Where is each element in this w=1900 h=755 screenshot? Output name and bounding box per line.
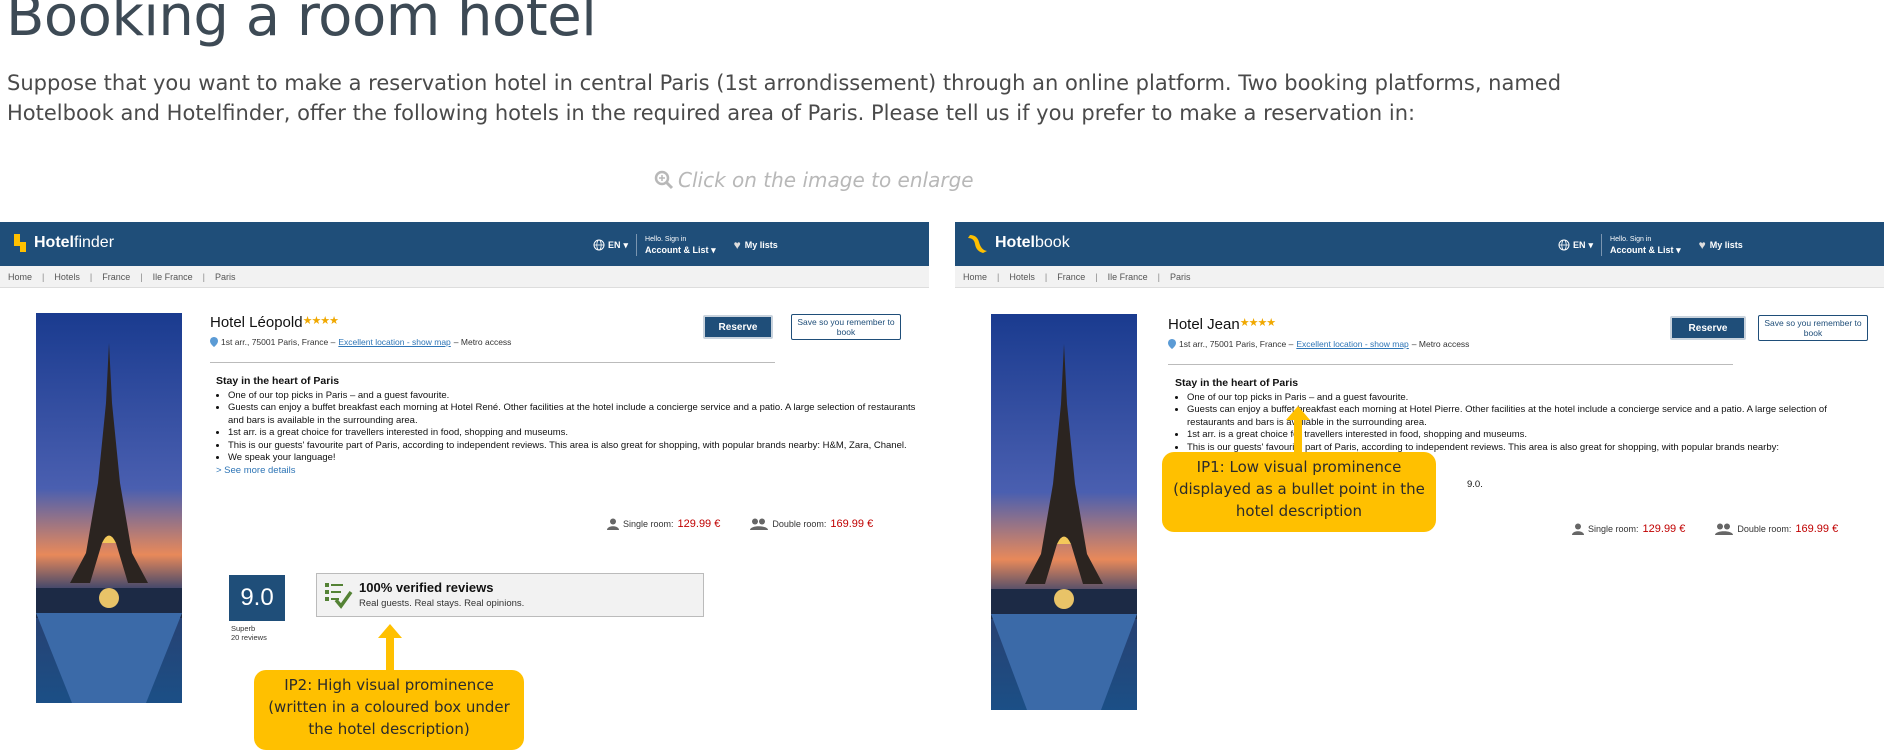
review-summary: Superb 20 reviews [231, 624, 267, 642]
single-person-icon [1572, 523, 1584, 535]
breadcrumb-paris[interactable]: Paris [215, 272, 236, 282]
breadcrumb: Home | Hotels | France | Ile France | Paris [955, 266, 1884, 288]
breadcrumb-home[interactable]: Home [963, 272, 987, 282]
breadcrumb-ile-france[interactable]: Ile France [153, 272, 193, 282]
nav-right: EN ▾ Hello. Sign in Account & List ▾ ♥ My… [593, 234, 778, 256]
reserve-button[interactable]: Reserve [1670, 316, 1746, 340]
divider [1168, 364, 1733, 365]
enlarge-hint[interactable]: Click on the image to enlarge [654, 168, 974, 192]
verified-reviews-box: 100% verified reviews Real guests. Real … [316, 573, 704, 617]
nav-divider [636, 234, 638, 256]
room-prices: Single room: 129.99 € Double room: 169.9… [1572, 523, 1838, 535]
see-more-link[interactable]: > See more details [216, 465, 916, 478]
ip2-callout: IP2: High visual prominence (written in … [254, 670, 524, 750]
description-bullet: Guests can enjoy a buffet breakfast each… [228, 402, 916, 427]
breadcrumb-hotels[interactable]: Hotels [1009, 272, 1035, 282]
hotel-name[interactable]: Hotel Léopold★★★★ [210, 314, 339, 331]
description-title: Stay in the heart of Paris [1175, 377, 1299, 389]
hotelfinder-navbar: Hotelfinder EN ▾ Hello. Sign in Account &… [0, 222, 929, 266]
description-bullet: We speak your language! [228, 452, 916, 465]
hotelfinder-logo[interactable]: Hotelfinder [12, 232, 114, 254]
up-arrow-icon [1286, 406, 1310, 456]
nav-right: EN ▾ Hello. Sign in Account & List ▾ ♥ My… [1558, 234, 1743, 256]
single-price: 129.99 € [677, 518, 721, 530]
enlarge-hint-text: Click on the image to enlarge [678, 168, 974, 192]
room-prices: Single room: 129.99 € Double room: 169.9… [607, 518, 873, 530]
verified-title: 100% verified reviews [359, 580, 494, 595]
eiffel-tower-photo[interactable] [991, 314, 1137, 710]
breadcrumb: Home | Hotels | France | Ile France | Paris [0, 266, 929, 288]
show-map-link[interactable]: Excellent location - show map [338, 337, 450, 347]
two-persons-icon [1715, 523, 1734, 535]
ip1-callout: IP1: Low visual prominence (displayed as… [1162, 452, 1436, 532]
globe-icon [593, 239, 605, 251]
verified-subtitle: Real guests. Real stays. Real opinions. [359, 598, 525, 609]
map-pin-icon [210, 337, 218, 347]
divider [210, 362, 775, 363]
breadcrumb-france[interactable]: France [102, 272, 130, 282]
globe-icon [1558, 239, 1570, 251]
map-pin-icon [1168, 339, 1176, 349]
two-persons-icon [750, 518, 769, 530]
language-selector[interactable]: EN ▾ [1558, 239, 1593, 251]
my-lists-link[interactable]: ♥ My lists [734, 238, 778, 252]
hotelbook-navbar: Hotelbook EN ▾ Hello. Sign in Account & L… [955, 222, 1884, 266]
intro-text: Suppose that you want to make a reservat… [7, 71, 1562, 125]
hotelbook-logo[interactable]: Hotelbook [967, 232, 1070, 254]
breadcrumb-home[interactable]: Home [8, 272, 32, 282]
hotel-address: 1st arr., 75001 Paris, France – Excellen… [210, 337, 511, 347]
page-title: Booking a room hotel [6, 0, 597, 49]
save-button[interactable]: Save so you remember to book [791, 314, 901, 340]
single-person-icon [607, 518, 619, 530]
description-partial-text: 9.0. [1467, 479, 1483, 490]
up-arrow-icon [378, 624, 402, 672]
single-price: 129.99 € [1642, 523, 1686, 535]
hotelfinder-panel[interactable]: Hotelfinder EN ▾ Hello. Sign in Account &… [0, 222, 929, 722]
hotel-description: Stay in the heart of Paris One of our to… [216, 375, 916, 477]
reserve-button[interactable]: Reserve [703, 315, 773, 339]
magnifier-icon [654, 170, 674, 190]
breadcrumb-france[interactable]: France [1057, 272, 1085, 282]
heart-icon: ♥ [733, 238, 741, 252]
description-bullet: One of our top picks in Paris – and a gu… [1187, 392, 1875, 405]
save-button[interactable]: Save so you remember to book [1758, 315, 1868, 341]
account-menu[interactable]: Hello. Sign in Account & List ▾ [645, 235, 716, 255]
description-bullet: 1st arr. is a great choice for traveller… [228, 427, 916, 440]
description-bullet: This is our guests' favourite part of Pa… [228, 440, 916, 453]
breadcrumb-paris[interactable]: Paris [1170, 272, 1191, 282]
breadcrumb-ile-france[interactable]: Ile France [1108, 272, 1148, 282]
nav-divider [1601, 234, 1603, 256]
verified-checklist-icon [325, 583, 353, 609]
hotel-address: 1st arr., 75001 Paris, France – Excellen… [1168, 339, 1469, 349]
hotel-name[interactable]: Hotel Jean★★★★ [1168, 316, 1276, 333]
heart-icon: ♥ [1698, 238, 1706, 252]
language-selector[interactable]: EN ▾ [593, 239, 628, 251]
review-score: 9.0 [229, 575, 285, 621]
brand-mark-icon [968, 235, 987, 253]
double-price: 169.99 € [830, 518, 874, 530]
eiffel-tower-photo[interactable] [36, 313, 182, 703]
description-title: Stay in the heart of Paris [216, 375, 340, 387]
account-menu[interactable]: Hello. Sign in Account & List ▾ [1610, 235, 1681, 255]
breadcrumb-hotels[interactable]: Hotels [54, 272, 80, 282]
brand-mark-icon [14, 234, 26, 252]
double-price: 169.99 € [1795, 523, 1839, 535]
my-lists-link[interactable]: ♥ My lists [1699, 238, 1743, 252]
show-map-link[interactable]: Excellent location - show map [1296, 339, 1408, 349]
star-rating: ★★★★ [302, 315, 339, 327]
description-bullet: One of our top picks in Paris – and a gu… [228, 390, 916, 403]
star-rating: ★★★★ [1239, 317, 1276, 329]
